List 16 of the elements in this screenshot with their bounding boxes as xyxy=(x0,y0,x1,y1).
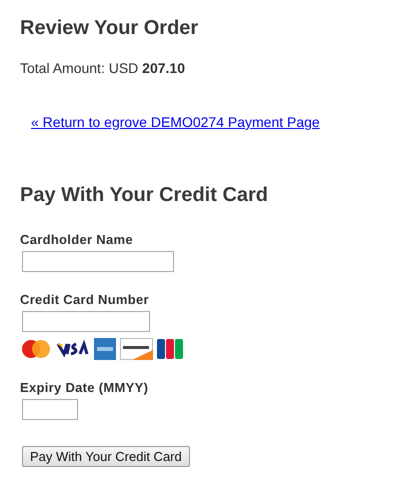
card-logo-icon xyxy=(157,339,183,359)
total-amount: Total Amount: USD 207.10 xyxy=(20,59,186,77)
input-field[interactable] xyxy=(22,311,150,332)
field-label: Expiry Date (MMYY) xyxy=(20,380,150,396)
section-title: Pay With Your Credit Card xyxy=(20,183,270,208)
field-label: Credit Card Number xyxy=(20,292,150,308)
card-logo-icon xyxy=(94,338,116,360)
pay-button[interactable]: Pay With Your Credit Card xyxy=(22,446,190,467)
page-title: Review Your Order xyxy=(20,16,200,41)
input-field[interactable] xyxy=(22,399,78,420)
field-label: Cardholder Name xyxy=(20,232,134,248)
input-field[interactable] xyxy=(22,251,174,272)
card-logo-icon xyxy=(56,339,90,359)
card-logo-icon xyxy=(120,338,153,360)
return-link[interactable]: « Return to egrove DEMO0274 Payment Page xyxy=(31,113,320,131)
card-logo-icon xyxy=(20,339,52,359)
